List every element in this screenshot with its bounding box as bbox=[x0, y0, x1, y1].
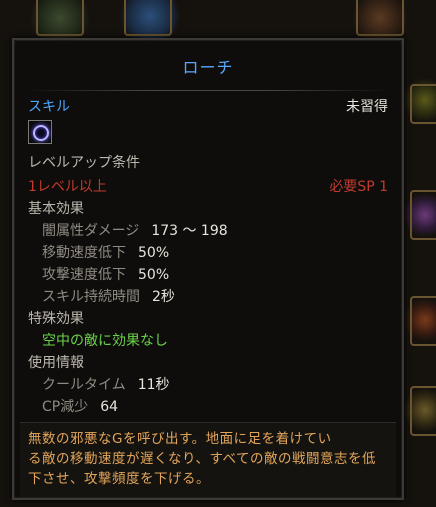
title-divider bbox=[24, 90, 392, 91]
skill-slot-5[interactable] bbox=[410, 190, 436, 240]
description-line: る敵の移動速度が遅くなり、すべての敵の戦闘意志を低 bbox=[28, 451, 376, 467]
basic-effect-header: 基本効果 bbox=[28, 201, 84, 217]
usage-label: クールタイム bbox=[42, 377, 126, 393]
requirement-row: 1レベル以上 必要SP 1 bbox=[28, 176, 388, 196]
effect-label: 闇属性ダメージ bbox=[42, 223, 140, 239]
usage-header: 使用情報 bbox=[28, 355, 84, 371]
learn-status: 未習得 bbox=[346, 99, 388, 115]
level-requirement: 1レベル以上 bbox=[28, 179, 107, 195]
skill-title: ローチ bbox=[182, 58, 234, 77]
skill-slot-2[interactable] bbox=[124, 0, 172, 36]
usage-value: 64 bbox=[100, 399, 119, 415]
usage-row: クールタイム 11秒 bbox=[42, 374, 388, 394]
effect-row: 移動速度低下 50% bbox=[42, 242, 388, 262]
skill-label: スキル bbox=[28, 99, 70, 115]
effect-value: 50% bbox=[138, 245, 170, 261]
special-effect-header: 特殊効果 bbox=[28, 311, 84, 327]
skill-icon bbox=[28, 120, 52, 144]
skill-type-row: スキル 未習得 bbox=[28, 96, 388, 116]
tooltip-header: ローチ bbox=[14, 40, 402, 92]
levelup-header: レベルアップ条件 bbox=[28, 155, 140, 171]
effect-value: 50% bbox=[138, 267, 170, 283]
effect-label: 攻撃速度低下 bbox=[42, 267, 126, 283]
skill-slot-4[interactable] bbox=[410, 84, 436, 124]
special-effect: 空中の敵に効果なし bbox=[42, 333, 168, 349]
skill-tooltip: ローチ スキル 未習得 レベルアップ条件 1レベル以上 必要SP 1 基本効果 … bbox=[12, 38, 404, 500]
effect-row: 闇属性ダメージ 173 ～ 198 bbox=[42, 220, 388, 240]
usage-value: 11秒 bbox=[137, 377, 170, 393]
skill-slot-3[interactable] bbox=[356, 0, 404, 36]
description-box: 無数の邪悪なGを呼び出す。地面に足を着けてい る敵の移動速度が遅くなり、すべての… bbox=[20, 422, 396, 497]
description-line: 下させ、攻撃頻度を下げる。 bbox=[28, 471, 210, 487]
effect-value: 173 ～ 198 bbox=[151, 223, 228, 239]
skill-slot-1[interactable] bbox=[36, 0, 84, 36]
skill-description: 無数の邪悪なGを呼び出す。地面に足を着けてい る敵の移動速度が遅くなり、すべての… bbox=[28, 429, 390, 489]
sp-requirement: 必要SP 1 bbox=[329, 179, 388, 195]
usage-label: CP減少 bbox=[42, 399, 89, 415]
effect-row: スキル持続時間 2秒 bbox=[42, 286, 388, 306]
effect-row: 攻撃速度低下 50% bbox=[42, 264, 388, 284]
effect-value: 2秒 bbox=[152, 289, 175, 305]
effect-label: スキル持続時間 bbox=[42, 289, 140, 305]
description-line: 無数の邪悪なGを呼び出す。地面に足を着けてい bbox=[28, 431, 332, 447]
skill-slot-6[interactable] bbox=[410, 296, 436, 346]
effect-label: 移動速度低下 bbox=[42, 245, 126, 261]
skill-slot-7[interactable] bbox=[410, 386, 436, 436]
usage-row: CP減少 64 bbox=[42, 396, 388, 416]
